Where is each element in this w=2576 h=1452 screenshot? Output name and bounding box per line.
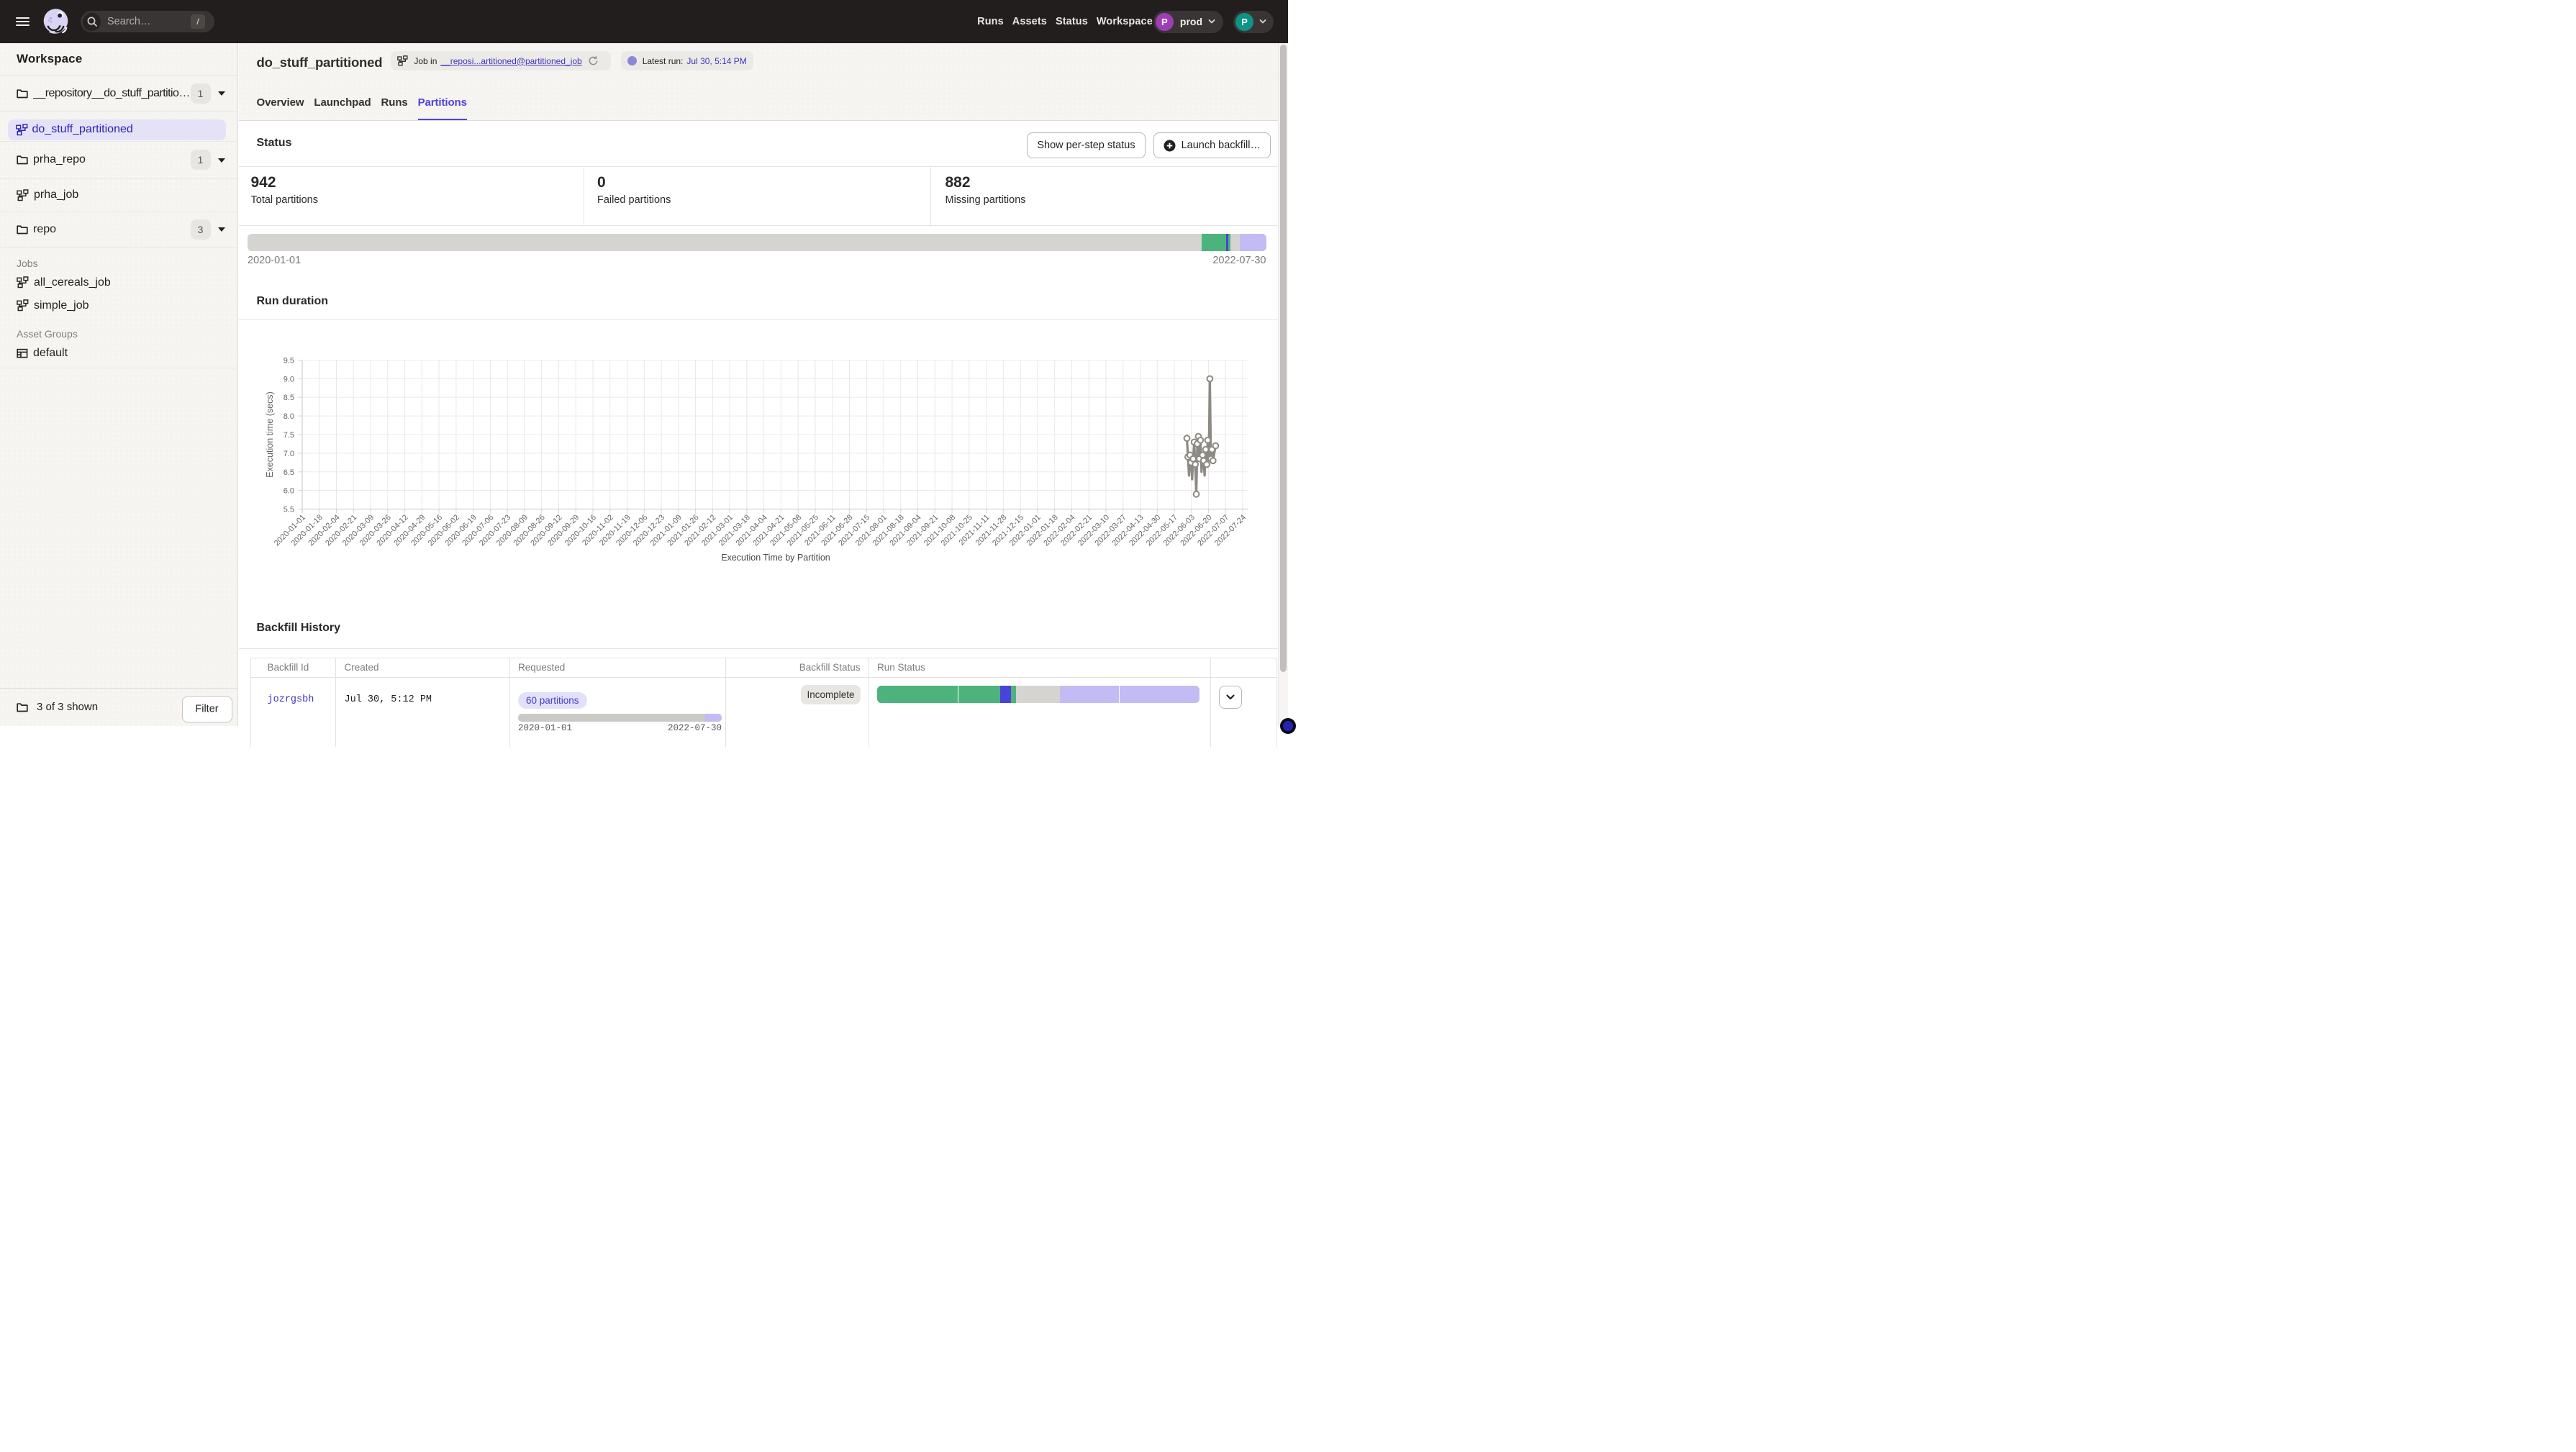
svg-text:6.0: 6.0 (283, 486, 294, 495)
svg-text:8.5: 8.5 (283, 394, 294, 402)
svg-text:5.5: 5.5 (283, 505, 294, 514)
svg-text:7.5: 7.5 (283, 431, 294, 440)
svg-text:Execution Time by Partition: Execution Time by Partition (721, 553, 830, 563)
svg-text:9.5: 9.5 (283, 356, 294, 365)
svg-text:8.0: 8.0 (283, 412, 294, 421)
svg-text:7.0: 7.0 (283, 449, 294, 458)
svg-text:Execution time (secs): Execution time (secs) (265, 391, 275, 477)
svg-text:9.0: 9.0 (283, 375, 294, 384)
svg-text:6.5: 6.5 (283, 468, 294, 476)
